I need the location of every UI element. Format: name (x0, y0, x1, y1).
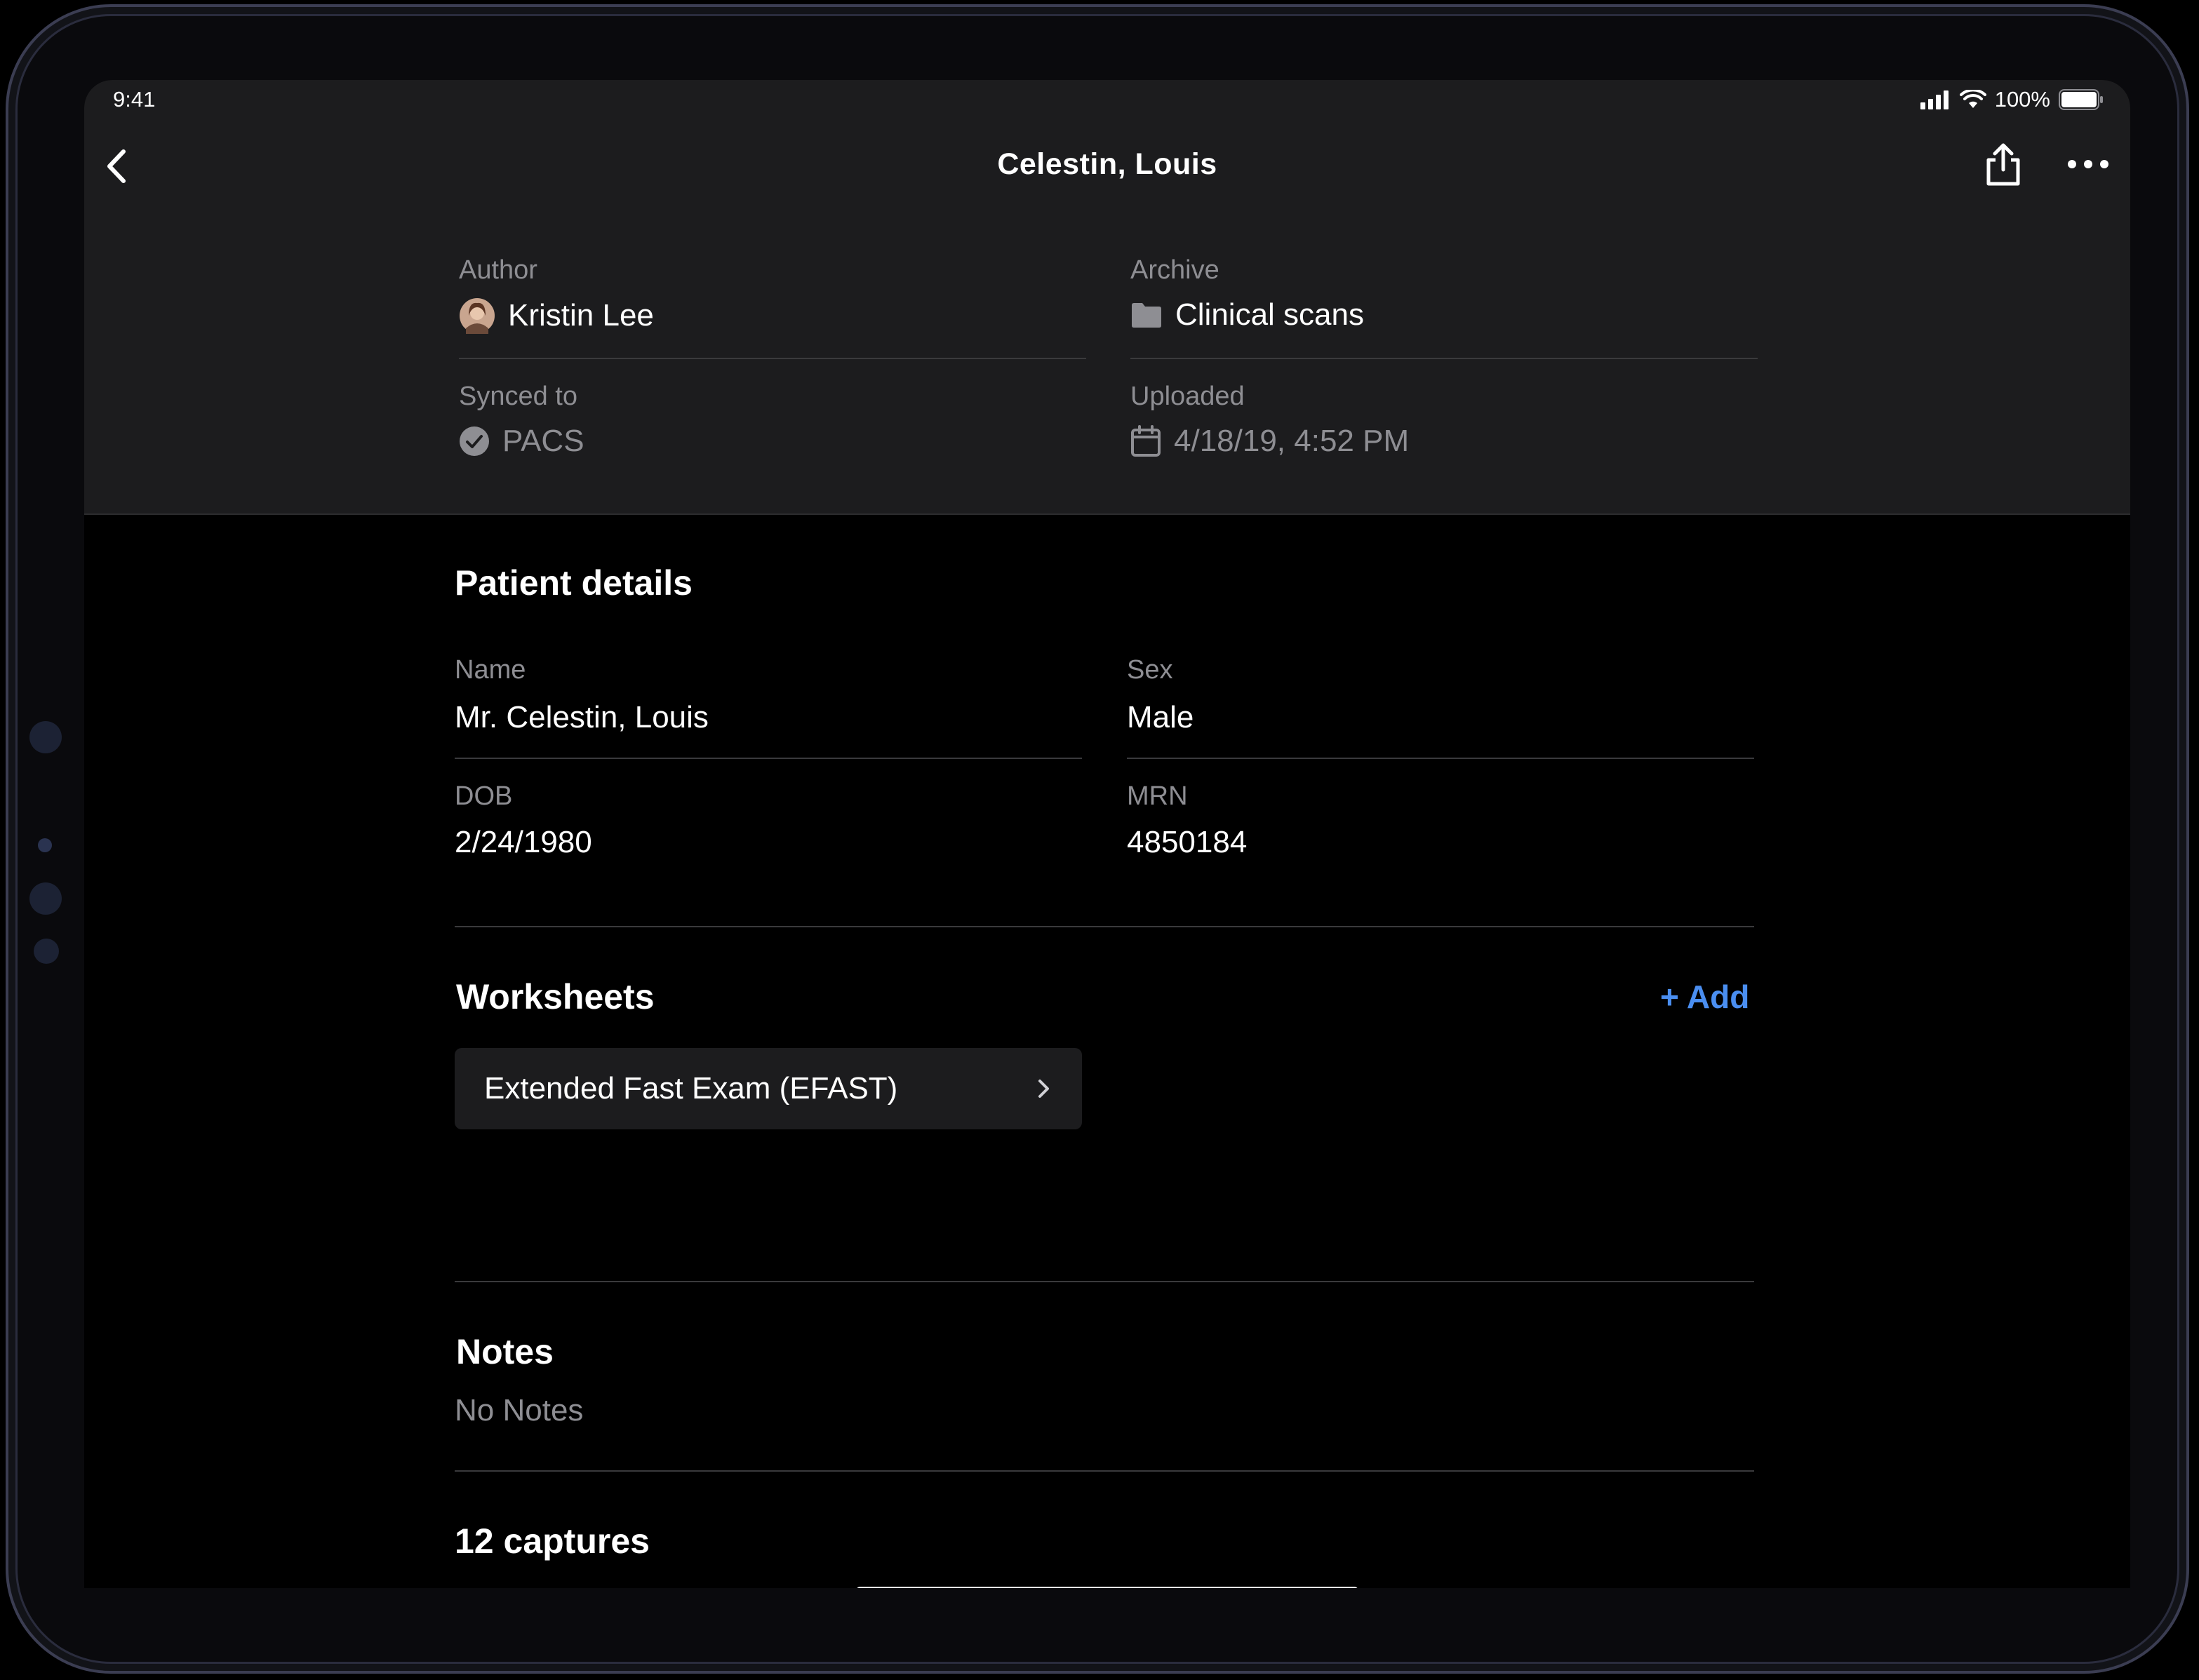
calendar-icon (1131, 425, 1161, 457)
notes-empty-text: No Notes (455, 1393, 584, 1427)
share-icon (1986, 143, 2020, 186)
device-camera (38, 838, 52, 852)
uploaded-value: 4/18/19, 4:52 PM (1130, 424, 1409, 459)
battery-icon (2059, 89, 2103, 110)
uploaded-date: 4/18/19, 4:52 PM (1174, 424, 1410, 458)
status-time: 9:41 (113, 87, 156, 112)
status-indicators: 100% (1920, 87, 2104, 112)
header-panel: 9:41 100% Celestin, Louis Author Kristin… (84, 80, 2130, 515)
add-worksheet-button[interactable]: + Add (1660, 978, 1749, 1016)
divider (459, 358, 1086, 359)
dob-label: DOB (455, 781, 513, 811)
mrn-value: 4850184 (1127, 825, 1248, 859)
worksheets-title: Worksheets (456, 977, 655, 1016)
patient-details-title: Patient details (455, 563, 693, 603)
mrn-label: MRN (1127, 781, 1188, 811)
ellipsis-icon (2068, 160, 2108, 168)
wifi-icon (1959, 90, 1986, 108)
archive-name: Clinical scans (1175, 297, 1364, 332)
divider (1130, 358, 1758, 359)
archive-label: Archive (1130, 255, 1219, 285)
sex-value: Male (1127, 700, 1194, 734)
synced-value: PACS (459, 424, 584, 459)
captures-title: 12 captures (455, 1521, 650, 1561)
name-value: Mr. Celestin, Louis (455, 700, 709, 734)
author-name: Kristin Lee (508, 298, 654, 332)
cellular-signal-icon (1920, 90, 1949, 109)
battery-percent: 100% (1994, 87, 2050, 112)
author-label: Author (459, 255, 537, 285)
notes-title: Notes (456, 1332, 554, 1371)
more-options-button[interactable] (2060, 150, 2116, 178)
divider (455, 1470, 1754, 1472)
divider (1127, 758, 1754, 759)
device-sensor (34, 939, 59, 964)
worksheet-item[interactable]: Extended Fast Exam (EFAST) (455, 1048, 1082, 1129)
sex-label: Sex (1127, 655, 1173, 685)
home-indicator[interactable] (856, 1587, 1358, 1588)
archive-value: Clinical scans (1130, 297, 1364, 332)
ipad-frame: 9:41 100% Celestin, Louis Author Kristin… (6, 4, 2189, 1674)
app-screen: 9:41 100% Celestin, Louis Author Kristin… (84, 80, 2130, 1588)
name-label: Name (455, 655, 526, 685)
synced-target: PACS (502, 424, 584, 458)
dob-value: 2/24/1980 (455, 825, 592, 859)
device-sensor (29, 721, 62, 753)
page-title: Celestin, Louis (997, 147, 1217, 181)
checkmark-circle-icon (460, 426, 489, 456)
divider (455, 758, 1082, 759)
divider (455, 1281, 1754, 1282)
uploaded-label: Uploaded (1130, 382, 1245, 411)
device-sensor (29, 882, 62, 915)
worksheet-label: Extended Fast Exam (EFAST) (484, 1071, 898, 1106)
synced-label: Synced to (459, 382, 577, 411)
divider (455, 926, 1754, 927)
share-button[interactable] (1979, 140, 2028, 189)
chevron-right-icon (1038, 1080, 1049, 1098)
status-bar: 9:41 100% (84, 80, 2130, 122)
author-avatar (460, 298, 495, 334)
author-value: Kristin Lee (459, 297, 654, 334)
folder-icon (1132, 303, 1161, 328)
